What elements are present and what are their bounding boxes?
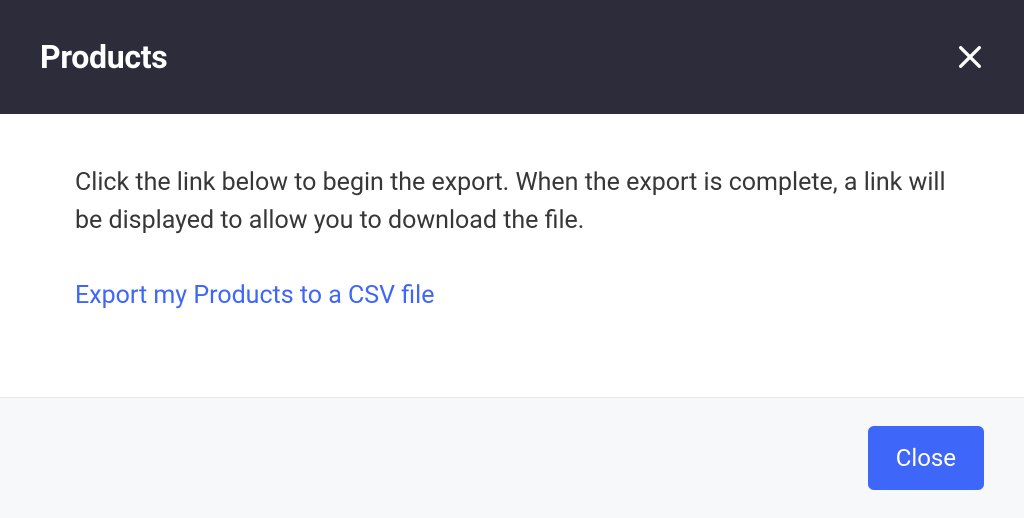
- modal-title: Products: [40, 38, 167, 76]
- close-icon[interactable]: [956, 43, 984, 71]
- export-csv-link[interactable]: Export my Products to a CSV file: [75, 281, 434, 310]
- modal-footer: Close: [0, 397, 1024, 518]
- modal-body: Click the link below to begin the export…: [0, 114, 1024, 397]
- export-description: Click the link below to begin the export…: [75, 164, 949, 239]
- close-button[interactable]: Close: [868, 426, 984, 490]
- modal-header: Products: [0, 0, 1024, 114]
